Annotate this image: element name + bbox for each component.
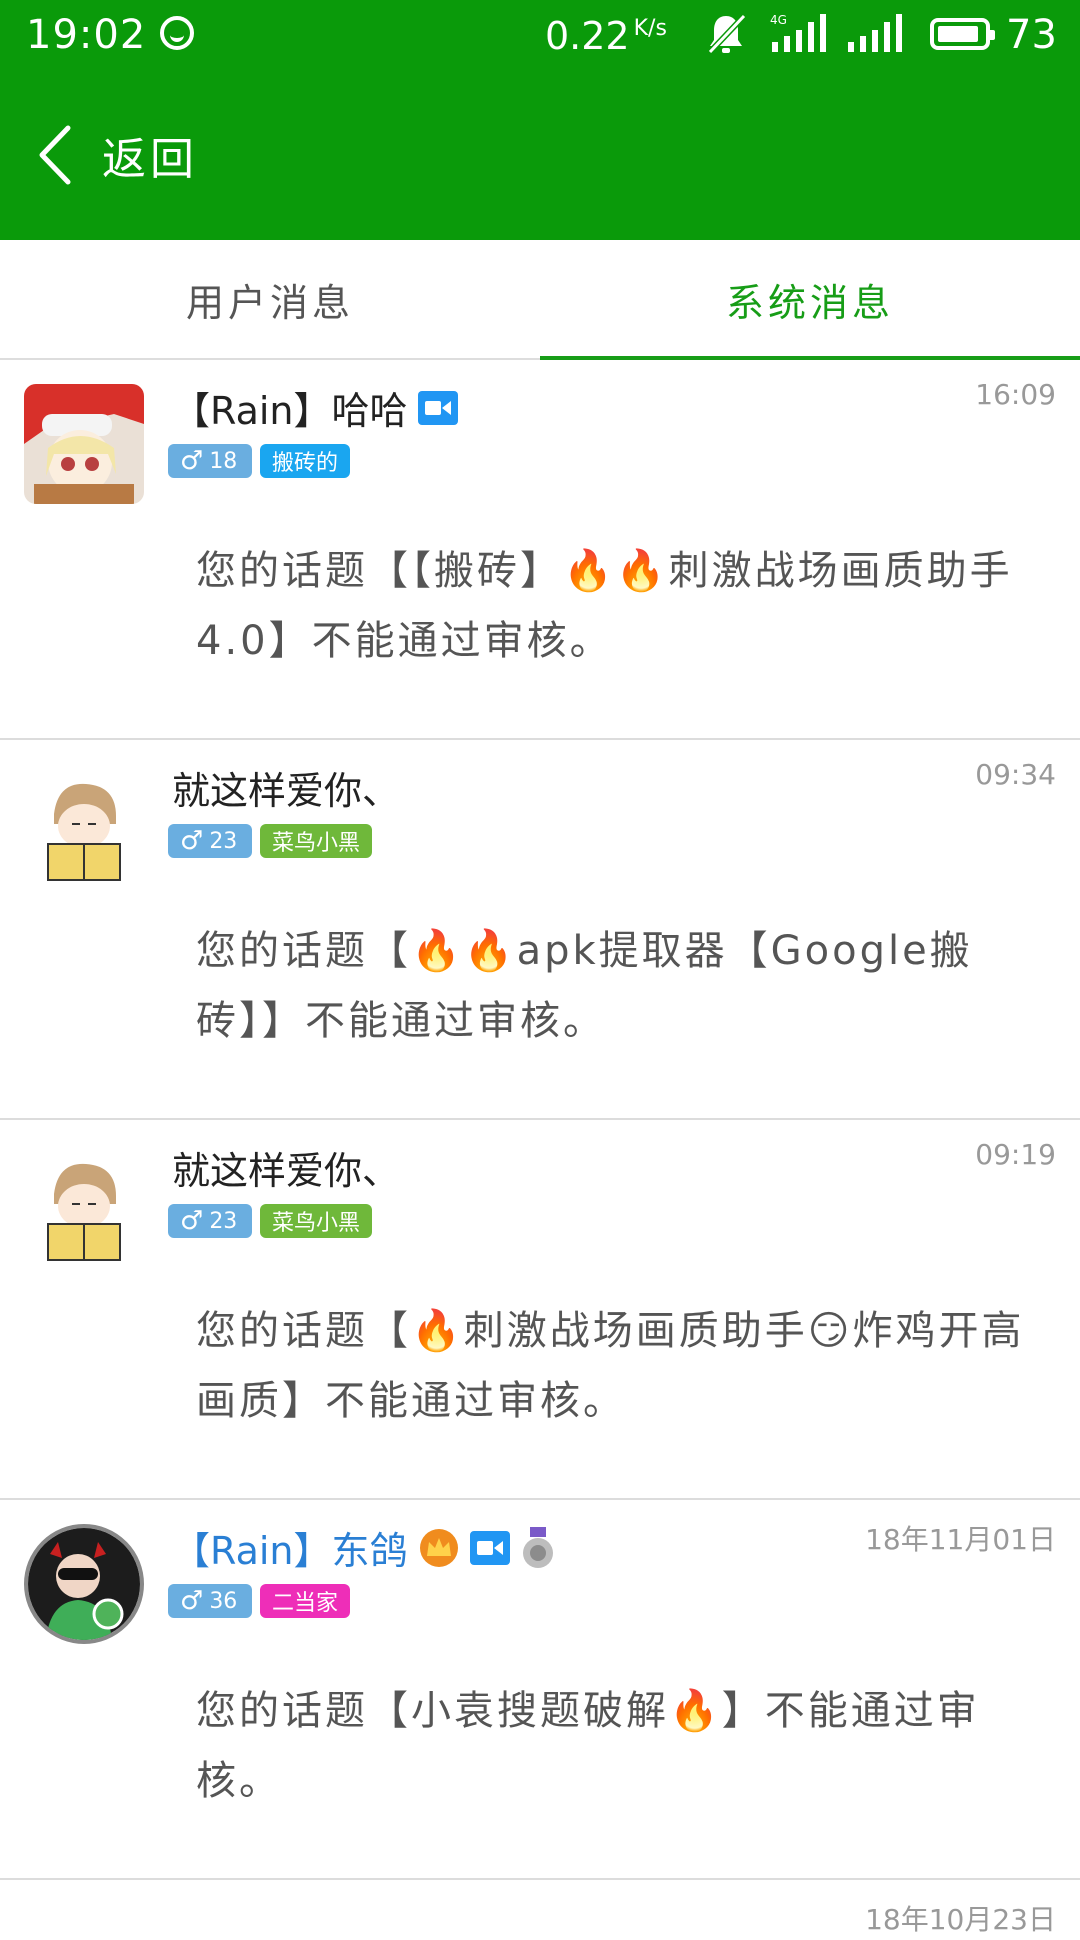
medal-icon (522, 1526, 553, 1568)
back-label: 返回 (102, 134, 198, 185)
notification-icon (160, 16, 194, 50)
user-badges: ♂ 18 搬砖的 (168, 444, 351, 478)
signal-icon (848, 14, 902, 52)
sender-name[interactable]: 就这样爱你、 (172, 760, 400, 815)
net-speed: 0.22 K/s (545, 14, 667, 58)
avatar[interactable] (24, 764, 144, 884)
status-bar: 19:02 0.22 K/s 4G 73 (0, 0, 1080, 72)
user-badges: ♂ 36 二当家 (168, 1584, 351, 1618)
battery-level: 73 (1006, 12, 1057, 58)
message-text: 您的话题【小袁搜题破解🔥】不能通过审核。 (196, 1688, 980, 1804)
list-item[interactable]: 就这样爱你、 09:19 ♂ 23 菜鸟小黑 您的话题【🔥刺激战场画质助手😏炸鸡开… (0, 1120, 1080, 1500)
user-badges: ♂ 23 菜鸟小黑 (168, 1204, 373, 1238)
battery-icon (930, 18, 995, 50)
mute-icon (707, 13, 746, 55)
gender-age-badge: ♂ 23 (168, 1204, 252, 1238)
gender-age-badge: ♂ 36 (168, 1584, 252, 1618)
sender-name[interactable]: 【Rain】东鸽 (172, 1520, 556, 1575)
title-badge: 搬砖的 (260, 444, 351, 478)
message-text: 您的话题【【搬砖】🔥🔥刺激战场画质助手4.0】不能通过审核。 (196, 548, 1013, 664)
message-text: 您的话题【🔥刺激战场画质助手😏炸鸡开高画质】不能通过审核。 (196, 1308, 1025, 1424)
title-badge: 菜鸟小黑 (260, 1204, 373, 1238)
list-item[interactable]: 【Rain】东鸽 18年11月01日 ♂ 36 二当家 您的话题【小袁搜题破解🔥】… (0, 1500, 1080, 1880)
message-time: 09:34 (975, 758, 1056, 791)
avatar[interactable] (24, 1524, 144, 1644)
svg-text:4G: 4G (770, 13, 787, 27)
video-icon (469, 1530, 510, 1565)
message-text: 您的话题【🔥🔥apk提取器【Google搬砖】】不能通过审核。 (196, 928, 973, 1044)
list-item[interactable]: 就这样爱你、 09:34 ♂ 23 菜鸟小黑 您的话题【🔥🔥apk提取器【Goog… (0, 740, 1080, 1120)
message-time: 09:19 (975, 1138, 1056, 1171)
message-time: 18年10月23日 (865, 1903, 1056, 1936)
message-tabs: 用户消息 系统消息 (0, 240, 1080, 360)
title-badge: 菜鸟小黑 (260, 824, 373, 858)
avatar[interactable] (24, 384, 144, 504)
avatar[interactable] (24, 1144, 144, 1264)
app-bar: 返回 (0, 72, 1080, 240)
status-time: 19:02 (26, 12, 147, 58)
gender-age-badge: ♂ 18 (168, 444, 252, 478)
tab-system-messages[interactable]: 系统消息 (540, 240, 1080, 360)
tab-user-messages[interactable]: 用户消息 (0, 240, 540, 358)
video-icon (417, 390, 458, 425)
message-list: 【Rain】哈哈 16:09 ♂ 18 搬砖的 您的话题【【搬砖】🔥🔥刺激战场画质… (0, 360, 1080, 1940)
back-button[interactable]: 返回 (30, 110, 198, 200)
user-badges: ♂ 23 菜鸟小黑 (168, 824, 373, 858)
title-badge: 二当家 (260, 1584, 351, 1618)
signal-4g-icon: 4G (770, 13, 826, 52)
message-time: 16:09 (975, 378, 1056, 411)
list-item[interactable]: 【Rain】哈哈 16:09 ♂ 18 搬砖的 您的话题【【搬砖】🔥🔥刺激战场画质… (0, 360, 1080, 740)
sender-name[interactable]: 【Rain】哈哈 (172, 380, 458, 435)
sender-name[interactable]: 就这样爱你、 (172, 1140, 400, 1195)
crown-icon (419, 1528, 458, 1567)
list-item[interactable]: 18年10月23日 (0, 1880, 1080, 1940)
gender-age-badge: ♂ 23 (168, 824, 252, 858)
message-time: 18年11月01日 (865, 1523, 1056, 1556)
chevron-left-icon (39, 125, 71, 185)
